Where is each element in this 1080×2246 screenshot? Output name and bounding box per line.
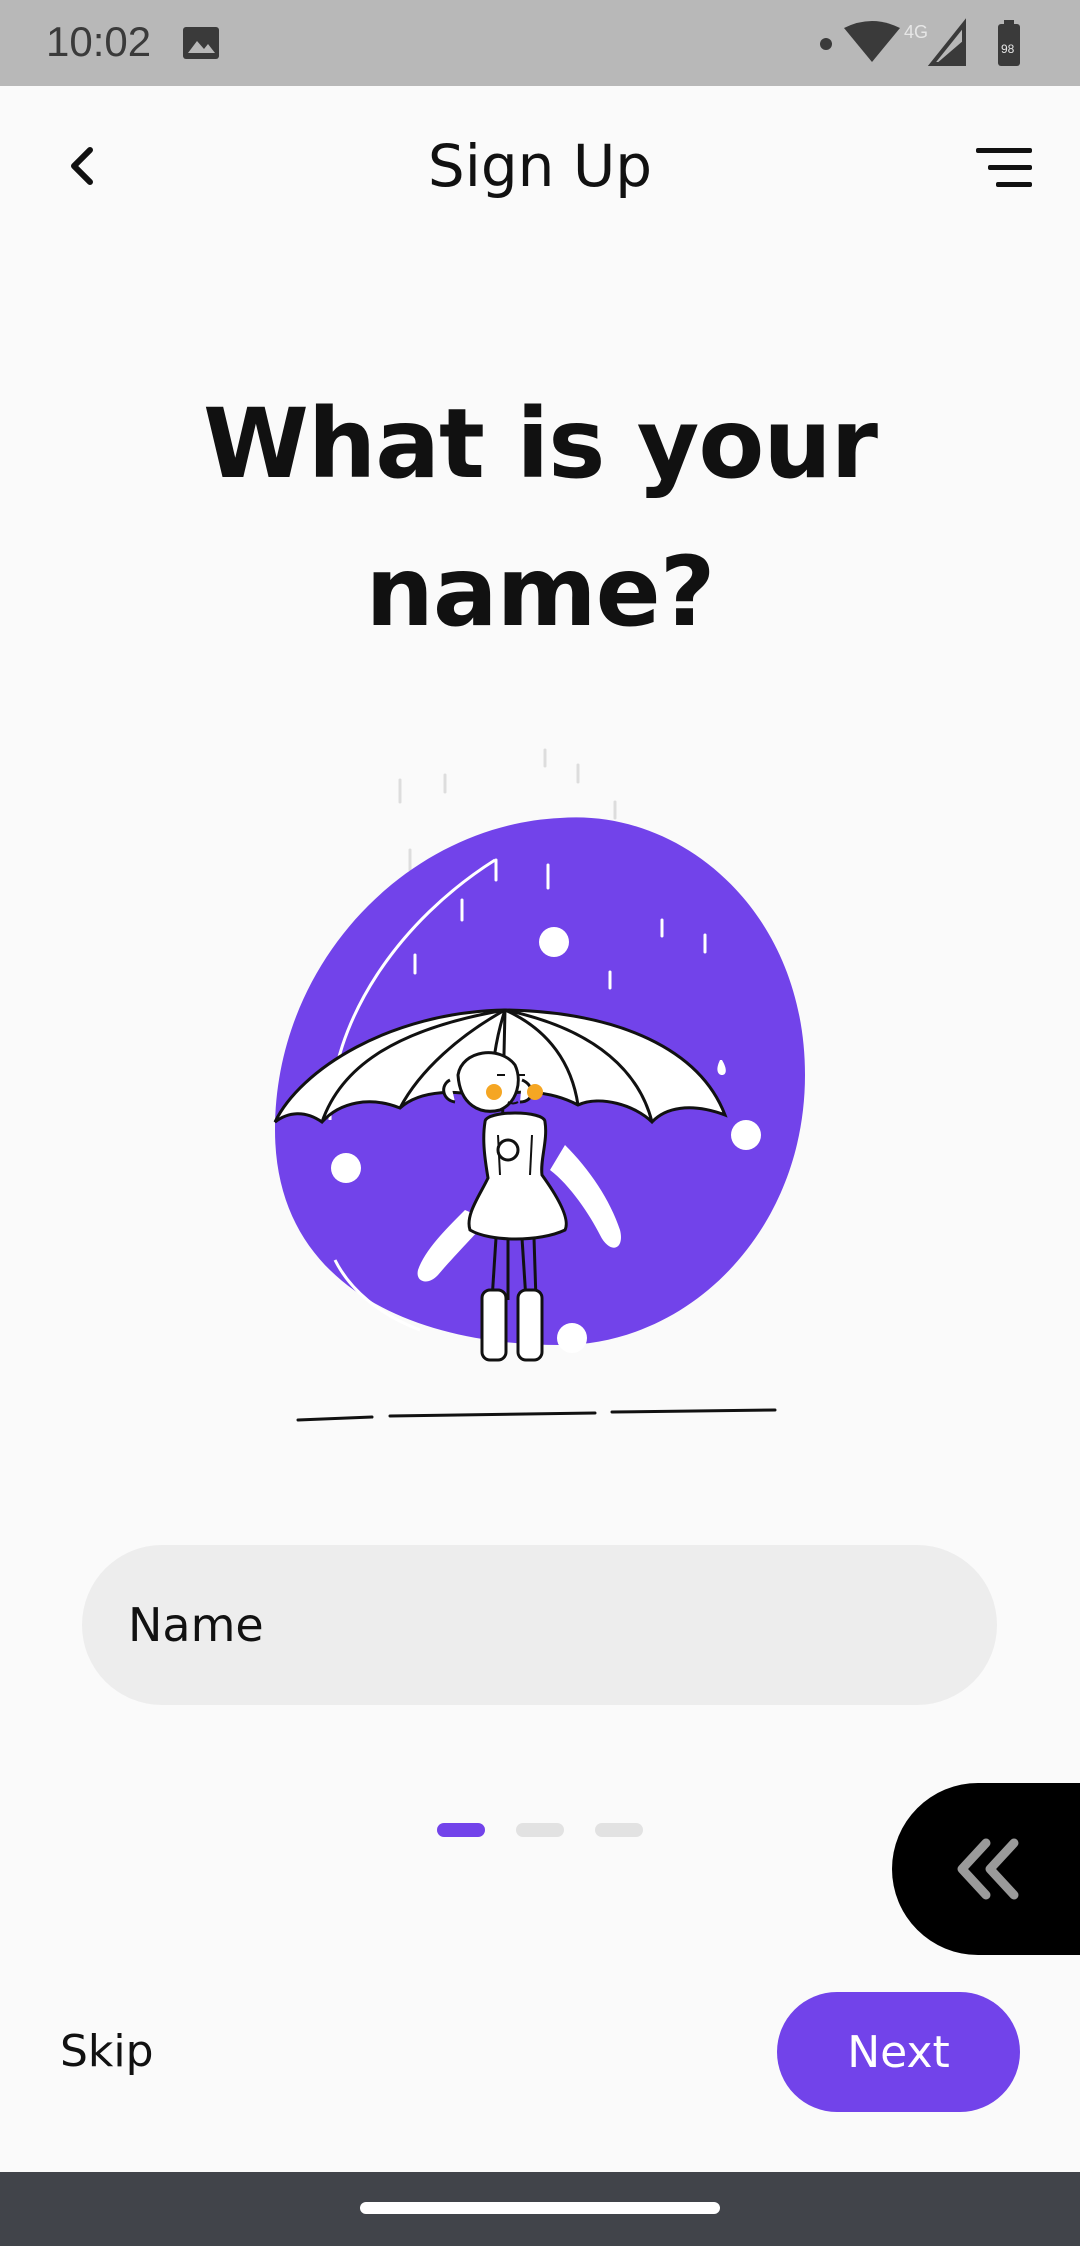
next-button[interactable]: Next [777,1992,1020,2112]
question-heading: What is your name? [202,388,878,648]
float-collapse-button[interactable] [892,1783,1080,1955]
home-gesture-handle[interactable] [360,2202,720,2214]
system-nav-bar [0,2172,1080,2246]
page-title: Sign Up [427,132,653,200]
page-indicator [437,1823,643,1837]
page-dot-3 [595,1823,643,1837]
status-time: 10:02 [46,18,152,65]
status-icons: 4G 98 [820,18,1020,66]
page-dot-2 [516,1823,564,1837]
status-bar: 10:02 4G 98 [0,0,1080,86]
wifi-icon [844,21,900,62]
app-bar: Sign Up [0,86,1080,254]
name-input[interactable] [82,1545,997,1705]
image-icon [183,27,219,59]
menu-lines-icon[interactable] [976,146,1036,190]
double-chevron-left-icon [957,1838,1019,1900]
skip-button[interactable]: Skip [60,2026,154,2077]
battery-level: 98 [1001,42,1015,56]
dot-icon [820,38,832,50]
network-label: 4G [904,22,928,42]
page-dot-1 [437,1823,485,1837]
girl-with-umbrella-illustration [273,748,805,1422]
